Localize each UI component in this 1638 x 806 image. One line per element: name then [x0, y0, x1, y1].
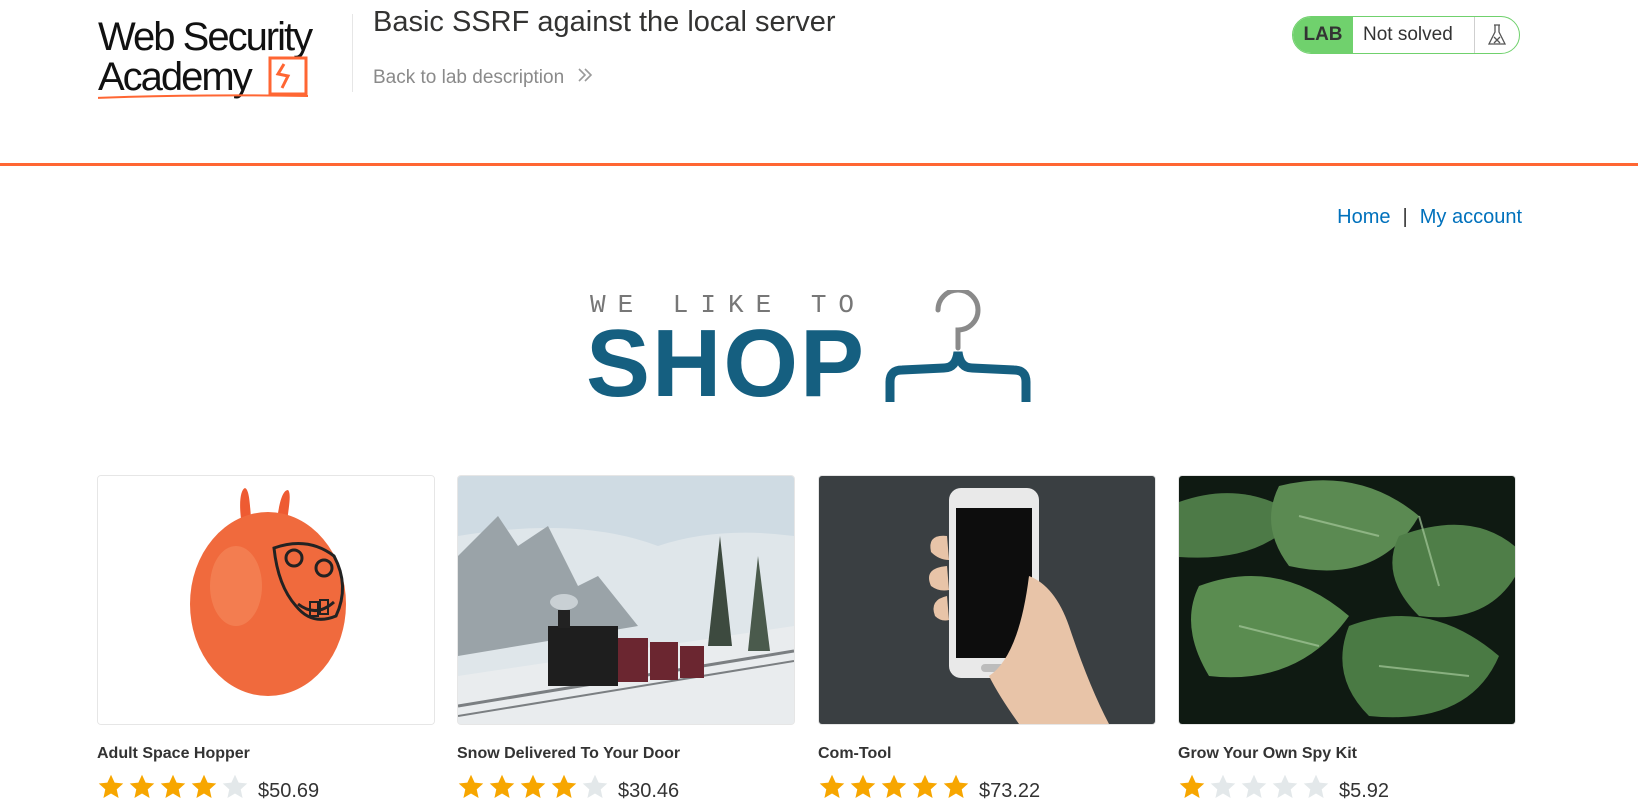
- product-card[interactable]: Adult Space Hopper $50.69: [97, 475, 435, 802]
- star-empty-icon: [1241, 774, 1267, 798]
- star-rating: [1178, 773, 1333, 801]
- star-filled-icon: [129, 774, 155, 798]
- star-filled-icon: [458, 774, 484, 798]
- web-security-academy-logo[interactable]: Web Security Academy: [95, 14, 348, 104]
- back-to-lab-description-link[interactable]: Back to lab description: [373, 67, 593, 89]
- snow-train-image[interactable]: [457, 475, 795, 725]
- star-rating: [457, 773, 612, 801]
- star-empty-icon: [1303, 774, 1329, 798]
- space-hopper-image[interactable]: [97, 475, 435, 725]
- nav-home-link[interactable]: Home: [1337, 206, 1390, 228]
- star-filled-icon: [551, 774, 577, 798]
- back-link-label: Back to lab description: [373, 67, 565, 89]
- product-name[interactable]: Adult Space Hopper: [97, 745, 435, 763]
- star-filled-icon: [98, 774, 124, 798]
- star-empty-icon: [1210, 774, 1236, 798]
- product-card[interactable]: Snow Delivered To Your Door $30.46: [457, 475, 795, 802]
- product-price: $73.22: [979, 779, 1041, 802]
- star-rating: [818, 773, 973, 801]
- star-filled-icon: [520, 774, 546, 798]
- product-price: $50.69: [258, 779, 320, 802]
- product-price: $5.92: [1339, 779, 1390, 802]
- green-leaves-image[interactable]: [1178, 475, 1516, 725]
- lab-status-text: Not solved: [1363, 24, 1453, 45]
- star-filled-icon: [160, 774, 186, 798]
- double-chevron-right-icon: [577, 67, 593, 89]
- lab-status-widget: LAB Not solved: [1292, 16, 1520, 54]
- lab-header: Web Security Academy Basic SSRF against …: [0, 0, 1638, 166]
- star-filled-icon: [912, 774, 938, 798]
- nav-my-account-link[interactable]: My account: [1420, 206, 1522, 228]
- nav-separator: |: [1402, 206, 1408, 228]
- header-divider: [352, 14, 353, 92]
- product-price: $30.46: [618, 779, 680, 802]
- product-name[interactable]: Com-Tool: [818, 745, 1156, 763]
- star-filled-icon: [850, 774, 876, 798]
- star-filled-icon: [943, 774, 969, 798]
- svg-text:Web Security: Web Security: [98, 15, 313, 59]
- flask-icon: [1474, 17, 1519, 53]
- star-filled-icon: [819, 774, 845, 798]
- star-empty-icon: [1272, 774, 1298, 798]
- star-filled-icon: [881, 774, 907, 798]
- product-card[interactable]: Com-Tool $73.22: [818, 475, 1156, 802]
- header-divider-rule: [0, 163, 1638, 166]
- product-grid: Adult Space Hopper $50.69 Snow Delivered…: [97, 475, 1517, 806]
- phone-in-hand-image[interactable]: [818, 475, 1156, 725]
- svg-text:Academy: Academy: [98, 55, 253, 99]
- product-card[interactable]: Grow Your Own Spy Kit $5.92: [1178, 475, 1516, 802]
- hanger-icon: [880, 287, 1032, 408]
- lab-badge: LAB: [1293, 17, 1353, 53]
- star-filled-icon: [489, 774, 515, 798]
- banner-shop-title: SHOP: [586, 310, 867, 417]
- star-filled-icon: [191, 774, 217, 798]
- shop-banner: WE LIKE TO SHOP: [586, 287, 1032, 417]
- star-filled-icon: [1179, 774, 1205, 798]
- star-rating: [97, 773, 252, 801]
- lab-title: Basic SSRF against the local server: [373, 6, 836, 38]
- top-navigation: Home | My account: [1337, 206, 1522, 229]
- star-empty-icon: [222, 774, 248, 798]
- product-name[interactable]: Snow Delivered To Your Door: [457, 745, 795, 763]
- product-name[interactable]: Grow Your Own Spy Kit: [1178, 745, 1516, 763]
- star-empty-icon: [582, 774, 608, 798]
